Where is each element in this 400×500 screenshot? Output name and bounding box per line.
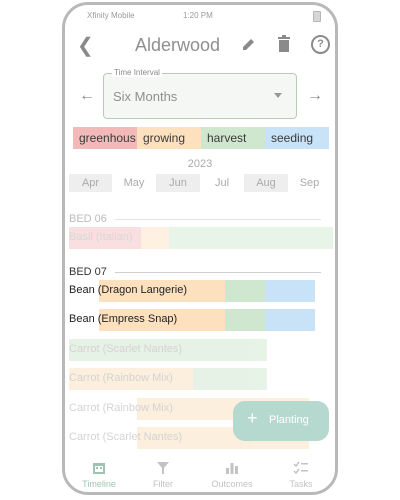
add-planting-label: Planting (269, 414, 309, 426)
planting-name: Carrot (Rainbow Mix) (69, 372, 173, 384)
previous-arrow-icon[interactable]: ← (79, 87, 95, 105)
planting-name: Basil (Italian) (69, 231, 133, 243)
seeding-bar (265, 280, 315, 302)
divider (115, 272, 321, 273)
carrier-name: Xfinity Mobile (87, 11, 135, 20)
month-label: Jul (214, 177, 230, 189)
harvest-bar (193, 368, 267, 390)
bottom-nav: Timeline Filter Outcomes Tasks (65, 455, 335, 492)
planting-row[interactable]: Bean (Dragon Langerie) (69, 280, 315, 302)
nav-label: Tasks (289, 479, 313, 489)
planting-row[interactable]: Bean (Empress Snap) (69, 309, 315, 331)
planting-name: Bean (Empress Snap) (69, 313, 178, 325)
nav-timeline[interactable]: Timeline (69, 461, 129, 489)
month-label: Apr (69, 174, 112, 192)
harvest-bar (225, 280, 265, 302)
caret-down-icon (274, 93, 282, 98)
planting-row[interactable]: Basil (Italian) (69, 227, 333, 249)
nav-tasks[interactable]: Tasks (271, 461, 331, 489)
legend: greenhous growing harvest seeding (73, 127, 329, 149)
page-title: Alderwood (135, 35, 221, 55)
month-header: Apr May Jun Jul Aug Sep (65, 174, 335, 192)
nav-filter[interactable]: Filter (133, 461, 193, 489)
legend-harvest: harvest (201, 127, 265, 149)
nav-outcomes[interactable]: Outcomes (202, 461, 262, 489)
calendar-icon (69, 461, 129, 477)
add-planting-button[interactable]: + Planting (233, 401, 329, 441)
planting-name: Bean (Dragon Langerie) (69, 284, 188, 296)
battery-icon (313, 11, 321, 22)
planting-name: Carrot (Scarlet Nantes) (69, 431, 183, 443)
time-interval-label: Time Interval (112, 68, 162, 77)
legend-growing: growing (137, 127, 201, 149)
plus-icon: + (247, 408, 258, 428)
planting-name: Carrot (Scarlet Nantes) (69, 343, 183, 355)
month-label: May (123, 177, 145, 189)
help-icon[interactable]: ? (311, 35, 330, 54)
year-label: 2023 (187, 158, 213, 170)
back-arrow-icon[interactable]: ❮ (77, 33, 94, 58)
nav-label: Filter (153, 479, 173, 489)
filter-icon (133, 461, 193, 477)
planting-row[interactable]: Carrot (Scarlet Nantes) (69, 339, 267, 361)
legend-seeding: seeding (265, 127, 329, 149)
bed-header: BED 06 (69, 213, 107, 225)
clock: 1:20 PM (183, 11, 213, 20)
planting-name: Carrot (Rainbow Mix) (69, 402, 173, 414)
harvest-bar (169, 227, 333, 249)
time-interval-select[interactable]: Time Interval Six Months (103, 68, 297, 119)
phone-frame: Xfinity Mobile 1:20 PM ❮ Alderwood ? ← T… (62, 2, 338, 495)
harvest-bar (225, 309, 265, 331)
pencil-icon[interactable] (241, 36, 257, 57)
month-label: Jun (156, 174, 200, 192)
planting-row[interactable]: Carrot (Rainbow Mix) (69, 368, 267, 390)
interval-row: ← Time Interval Six Months → (65, 68, 335, 123)
seeding-bar (265, 309, 315, 331)
bar-chart-icon (202, 461, 262, 477)
checklist-icon (271, 461, 331, 477)
bed-header: BED 07 (69, 266, 107, 278)
month-label: Aug (244, 174, 288, 192)
growing-bar (141, 227, 169, 249)
next-arrow-icon[interactable]: → (307, 87, 323, 105)
divider (115, 219, 321, 220)
nav-label: Timeline (82, 479, 116, 489)
nav-label: Outcomes (211, 479, 253, 489)
app-bar: ❮ Alderwood ? (65, 31, 335, 61)
time-interval-value: Six Months (113, 89, 178, 104)
legend-greenhouse: greenhous (73, 127, 137, 149)
month-label: Sep (299, 177, 320, 189)
trash-icon[interactable] (277, 35, 291, 58)
status-bar: Xfinity Mobile 1:20 PM (65, 9, 335, 23)
